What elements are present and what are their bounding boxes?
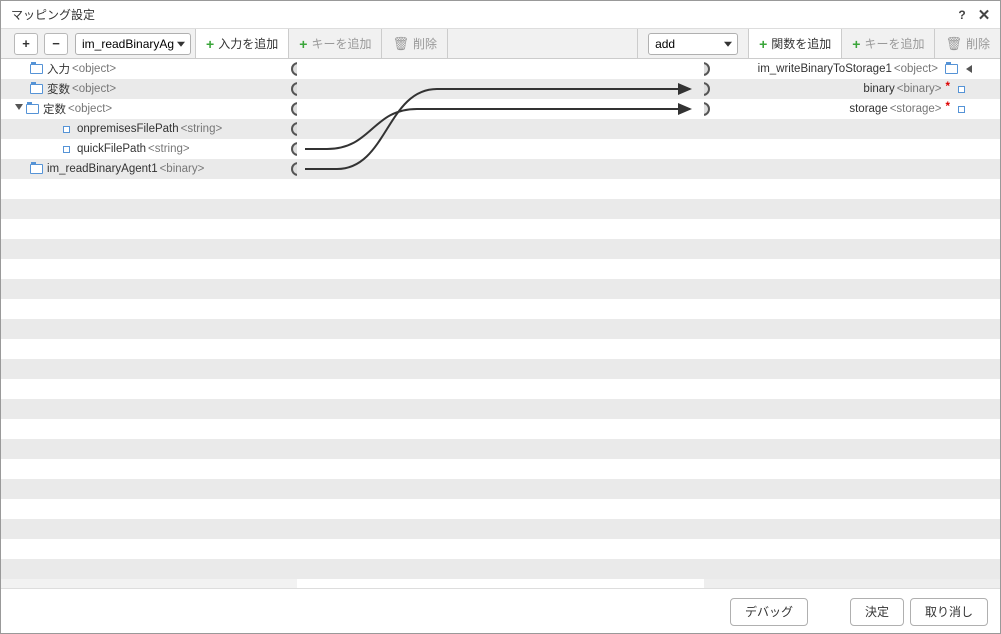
node-type: <binary> — [160, 163, 205, 175]
node-label: storage — [849, 103, 887, 115]
function-select-value: add — [655, 37, 675, 51]
expand-icon[interactable] — [15, 104, 23, 114]
node-type: <binary> — [897, 83, 942, 95]
source-node-readbinaryagent[interactable]: im_readBinaryAgent1 <binary> — [1, 159, 297, 179]
trash-icon: 🗑 — [945, 36, 962, 52]
node-label: 定数 — [43, 101, 66, 117]
add-key-left-label: キーを追加 — [311, 35, 371, 52]
source-node-onpremisesfilepath[interactable]: onpremisesFilePath <string> — [1, 119, 297, 139]
add-key-right-label: キーを追加 — [864, 35, 924, 52]
source-pane: 入力 <object> 変数 <object> 定数 <object> onpr… — [1, 59, 297, 588]
add-function-button[interactable]: + 関数を追加 — [749, 29, 841, 58]
mapping-area: 入力 <object> 変数 <object> 定数 <object> onpr… — [1, 59, 1000, 589]
source-node-input[interactable]: 入力 <object> — [1, 59, 297, 79]
field-icon — [958, 86, 965, 93]
help-icon[interactable]: ? — [954, 7, 970, 23]
plus-icon: + — [759, 36, 767, 52]
add-input-button[interactable]: + 入力を追加 — [196, 29, 288, 58]
close-icon[interactable]: ✕ — [976, 7, 992, 23]
footer: デバッグ 決定 取り消し — [1, 589, 1000, 634]
function-select[interactable]: add — [648, 33, 738, 55]
add-key-left-button[interactable]: + キーを追加 — [289, 29, 381, 58]
debug-button[interactable]: デバッグ — [730, 598, 808, 626]
required-mark: * — [946, 101, 950, 113]
node-label: 入力 — [47, 61, 70, 77]
node-label: im_readBinaryAgent1 — [47, 163, 158, 175]
target-node-storage[interactable]: storage <storage> * — [704, 99, 1000, 119]
delete-left-button[interactable]: 🗑 削除 — [382, 29, 447, 58]
node-label: onpremisesFilePath — [77, 123, 179, 135]
folder-icon — [30, 64, 43, 74]
add-function-label: 関数を追加 — [771, 35, 831, 52]
node-type: <object> — [68, 103, 112, 115]
window-title: マッピング設定 — [9, 6, 948, 23]
delete-right-button[interactable]: 🗑 削除 — [935, 29, 1000, 58]
target-pane: im_writeBinaryToStorage1 <object> binary… — [704, 59, 1000, 588]
plus-icon: + — [206, 36, 214, 52]
source-node-variables[interactable]: 変数 <object> — [1, 79, 297, 99]
folder-icon — [945, 64, 958, 74]
node-label: 変数 — [47, 81, 70, 97]
node-type: <storage> — [890, 103, 942, 115]
node-type: <object> — [894, 63, 938, 75]
trash-icon: 🗑 — [392, 36, 409, 52]
node-label: im_writeBinaryToStorage1 — [758, 63, 892, 75]
expand-all-button[interactable]: + — [14, 33, 38, 55]
folder-icon — [30, 84, 43, 94]
plus-icon: + — [299, 36, 307, 52]
source-node-constants[interactable]: 定数 <object> — [1, 99, 297, 119]
toolbar: + − im_readBinaryAg + 入力を追加 + キーを追加 🗑 削除… — [1, 29, 1000, 59]
node-label: binary — [863, 83, 894, 95]
collapse-all-button[interactable]: − — [44, 33, 68, 55]
node-type: <string> — [181, 123, 223, 135]
source-node-quickfilepath[interactable]: quickFilePath <string> — [1, 139, 297, 159]
add-input-label: 入力を追加 — [218, 35, 278, 52]
target-node-writebinary[interactable]: im_writeBinaryToStorage1 <object> — [704, 59, 1000, 79]
input-select-value: im_readBinaryAg — [82, 37, 174, 51]
cancel-button[interactable]: 取り消し — [910, 598, 988, 626]
ok-button[interactable]: 決定 — [850, 598, 904, 626]
node-type: <object> — [72, 63, 116, 75]
node-label: quickFilePath — [77, 143, 146, 155]
field-icon — [958, 106, 965, 113]
delete-left-label: 削除 — [413, 35, 437, 52]
mapping-canvas[interactable] — [297, 59, 704, 588]
plus-icon: + — [852, 36, 860, 52]
field-icon — [63, 146, 70, 153]
collapse-icon[interactable] — [966, 65, 972, 73]
field-icon — [63, 126, 70, 133]
folder-icon — [26, 104, 39, 114]
node-type: <object> — [72, 83, 116, 95]
delete-right-label: 削除 — [966, 35, 990, 52]
folder-icon — [30, 164, 43, 174]
required-mark: * — [946, 81, 950, 93]
add-key-right-button[interactable]: + キーを追加 — [842, 29, 934, 58]
node-type: <string> — [148, 143, 190, 155]
target-node-binary[interactable]: binary <binary> * — [704, 79, 1000, 99]
input-select[interactable]: im_readBinaryAg — [75, 33, 191, 55]
